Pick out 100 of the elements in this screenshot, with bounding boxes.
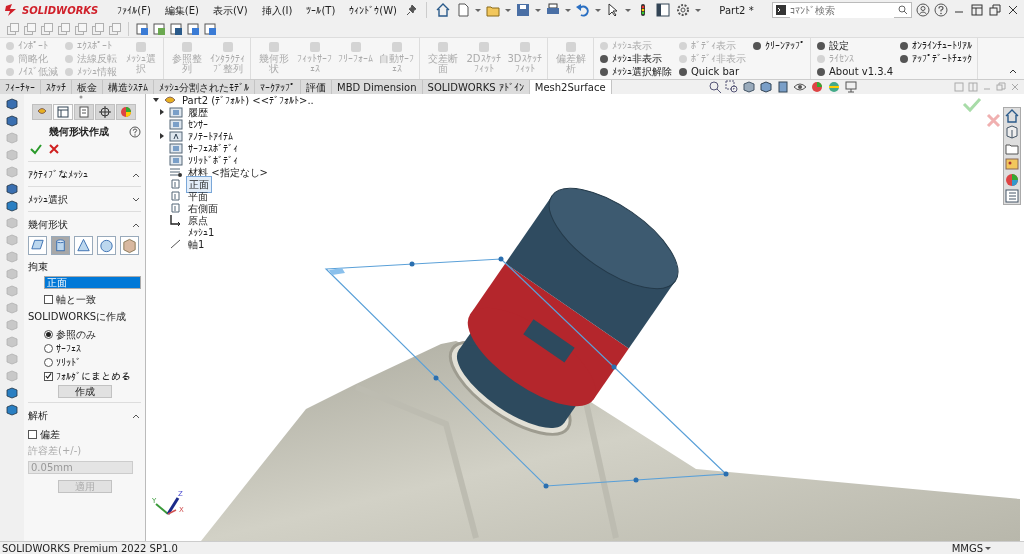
save-icon[interactable]: [515, 2, 531, 18]
menu-item[interactable]: ﾂｰﾙ(T): [301, 4, 341, 16]
shape-button[interactable]: [120, 236, 139, 255]
tree-item[interactable]: 正面: [186, 175, 212, 193]
selection-field[interactable]: 正面: [44, 276, 141, 289]
close-icon[interactable]: [48, 143, 60, 155]
tree-item[interactable]: 軸1: [186, 236, 207, 252]
document-icon[interactable]: [203, 21, 217, 36]
home-icon[interactable]: [1004, 108, 1020, 124]
shape-button[interactable]: [97, 236, 116, 255]
cube-icon[interactable]: [5, 97, 19, 111]
tile-icon[interactable]: [954, 82, 964, 92]
menu-item[interactable]: ｳｨﾝﾄﾞｳ(W): [344, 4, 402, 16]
section-header[interactable]: ｱｸﾃｨﾌﾞなﾒｯｼｭ: [28, 167, 88, 182]
cube-icon[interactable]: [5, 114, 19, 128]
ribbon-tab[interactable]: SOLIDWORKS ｱﾄﾞｲﾝ: [422, 80, 530, 94]
ribbon-tab[interactable]: ﾌｨｰﾁｬｰ: [0, 80, 41, 94]
menu-item[interactable]: 挿入(I): [256, 4, 298, 16]
settings-icon[interactable]: [675, 2, 691, 18]
tool-icon: [64, 53, 74, 64]
restore-icon[interactable]: [988, 3, 1002, 17]
ribbon-tab[interactable]: ﾒｯｼｭ分割されたﾓﾃﾞﾙ: [154, 80, 255, 94]
cube-icon[interactable]: [5, 182, 19, 196]
panel-layout-icon[interactable]: [970, 3, 984, 17]
help-icon[interactable]: [129, 125, 141, 138]
undo-icon[interactable]: [575, 2, 591, 18]
ribbon-button[interactable]: ﾒｯｼｭ非表示: [597, 52, 674, 65]
ribbon-button[interactable]: 設定: [814, 39, 896, 52]
collapsed-caret-icon[interactable]: [158, 108, 166, 116]
ribbon-tab[interactable]: MBD Dimension: [332, 80, 423, 94]
ribbon-button[interactable]: ｵﾝﾗｲﾝﾁｭｰﾄﾘｱﾙ: [897, 39, 975, 52]
ribbon-button[interactable]: Quick bar: [676, 65, 748, 78]
shape-button[interactable]: [28, 236, 47, 255]
shape-button[interactable]: [74, 236, 93, 255]
expanded-caret-icon[interactable]: [152, 96, 160, 104]
user-icon[interactable]: [916, 3, 930, 17]
caret-icon[interactable]: [985, 544, 991, 552]
units-selector[interactable]: MMGS: [951, 540, 983, 554]
check-icon[interactable]: [962, 98, 982, 113]
eye-icon[interactable]: [792, 80, 807, 94]
ribbon-tab[interactable]: 評価: [301, 80, 332, 94]
ribbon-tab[interactable]: ﾏｰｸｱｯﾌﾟ: [255, 80, 301, 94]
document-icon[interactable]: [77, 105, 91, 119]
ribbon-button[interactable]: ﾒｯｼｭ選択解除: [597, 65, 674, 78]
cube-icon[interactable]: [1004, 124, 1020, 140]
ribbon-tab[interactable]: ｽｹｯﾁ: [41, 80, 72, 94]
check-icon[interactable]: [30, 143, 42, 155]
checkbox[interactable]: [44, 294, 53, 304]
section-header[interactable]: ﾒｯｼｭ選択: [28, 192, 68, 207]
new-document-icon[interactable]: [455, 2, 471, 18]
list-icon[interactable]: [56, 105, 70, 119]
picture-icon[interactable]: [1004, 156, 1020, 172]
document-icon[interactable]: [135, 21, 149, 36]
appearance-ball-icon[interactable]: [119, 105, 133, 119]
plane-drawing[interactable]: [324, 256, 729, 489]
list-icon[interactable]: [1004, 188, 1020, 204]
panel-icon[interactable]: [655, 2, 671, 18]
shape-button[interactable]: [51, 236, 70, 255]
create-button[interactable]: 作成: [57, 385, 112, 398]
zoom-area-icon[interactable]: [724, 80, 739, 94]
menu-item[interactable]: 表示(V): [207, 4, 253, 16]
crosshair-icon[interactable]: [98, 105, 112, 119]
ribbon-button[interactable]: ｱｯﾌﾟﾃﾞｰﾄﾁｪｯｸ: [897, 52, 975, 65]
tool-icon: [678, 66, 688, 77]
monitor-icon[interactable]: [843, 80, 858, 94]
tool-icon: [599, 53, 609, 64]
cube-icon[interactable]: [5, 386, 19, 400]
tool-icon: [899, 40, 910, 51]
collapsed-caret-icon[interactable]: [158, 132, 166, 140]
radio-button[interactable]: [44, 357, 53, 367]
ribbon-tab[interactable]: 構造ｼｽﾃﾑ: [103, 80, 154, 94]
plane-icon: [169, 190, 183, 202]
tool-icon: [752, 40, 762, 51]
search-field[interactable]: ｺﾏﾝﾄﾞ検索: [772, 2, 912, 18]
ribbon-button[interactable]: About v1.3.4: [814, 65, 896, 78]
ribbon-tab[interactable]: Mesh2Surface: [529, 80, 612, 94]
appearance-ball-icon[interactable]: [809, 80, 824, 94]
document-icon[interactable]: [169, 21, 183, 36]
cube-icon[interactable]: [5, 403, 19, 417]
section-header[interactable]: 幾何形状: [28, 217, 68, 232]
scene-icon[interactable]: [826, 80, 841, 94]
menu-item[interactable]: 編集(E): [159, 4, 204, 16]
display-style-icon[interactable]: [775, 80, 790, 94]
ribbon-tab[interactable]: 板金: [72, 80, 103, 94]
radio-button[interactable]: [44, 329, 53, 339]
ribbon-button[interactable]: ｸﾘｰﾝｱｯﾌﾟ: [750, 39, 807, 52]
help-icon[interactable]: [934, 3, 948, 17]
document-icon[interactable]: [186, 21, 200, 36]
zoom-fit-icon[interactable]: [707, 80, 722, 94]
checkbox-label: 軸と一致: [56, 292, 96, 307]
cube-icon[interactable]: [5, 199, 19, 213]
appearance-ball-icon[interactable]: [1004, 172, 1020, 188]
pin-icon[interactable]: [406, 3, 418, 17]
origin-icon: [169, 214, 183, 226]
tile-icon[interactable]: [968, 82, 978, 92]
menu-item[interactable]: ﾌｧｲﾙ(F): [112, 4, 156, 16]
close-icon[interactable]: [1006, 3, 1020, 17]
radio-button[interactable]: [44, 343, 53, 353]
home-icon[interactable]: [435, 2, 451, 18]
checkbox[interactable]: [44, 371, 53, 381]
